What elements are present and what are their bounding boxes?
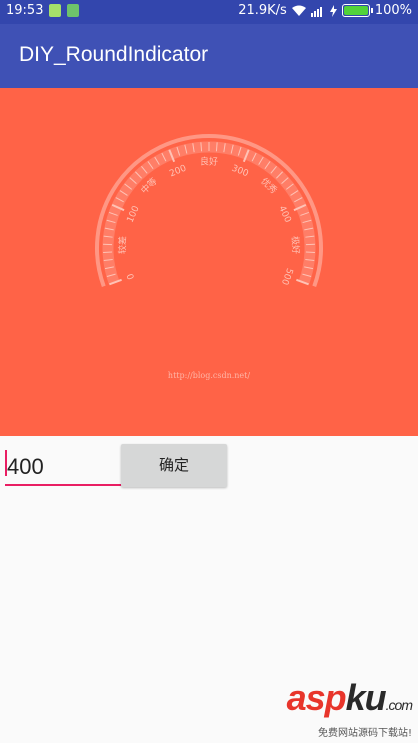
app-title: DIY_RoundIndicator bbox=[19, 43, 209, 66]
gauge-rating-label: 极好 bbox=[289, 236, 302, 254]
value-input[interactable] bbox=[5, 450, 123, 486]
gauge-scale-label: 0 bbox=[126, 272, 137, 281]
input-row: 确定 bbox=[0, 436, 418, 496]
gauge-minor-tick bbox=[215, 142, 218, 152]
wifi-icon bbox=[291, 5, 306, 16]
app-bar: DIY_RoundIndicator bbox=[0, 24, 418, 88]
gauge-scale-label: 100 bbox=[126, 204, 142, 224]
gauge-scale-label: 200 bbox=[168, 164, 188, 180]
status-bar: 19:53 21.9K/s 100% bbox=[0, 0, 418, 24]
gauge-scale-label: 400 bbox=[276, 205, 292, 225]
site-watermark: aspku.com 免费网站源码下载站! bbox=[286, 677, 413, 740]
text-caret bbox=[5, 450, 7, 476]
logo-text-tld: .com bbox=[385, 697, 413, 713]
battery-icon bbox=[341, 4, 373, 17]
gauge-watermark-url: http://blog.csdn.net/ bbox=[167, 371, 251, 380]
charging-icon bbox=[329, 4, 337, 17]
gauge-dial: 0100200 300400500较差中等良好优秀极好 bbox=[95, 134, 323, 287]
logo-text-ku: ku bbox=[345, 677, 387, 718]
status-left: 19:53 bbox=[6, 3, 80, 18]
gauge-rating-label: 较差 bbox=[116, 236, 129, 254]
network-speed: 21.9K/s bbox=[238, 3, 287, 18]
signal-icon bbox=[310, 6, 322, 17]
gauge-scale-label: 500 bbox=[279, 266, 294, 286]
logo-text-asp: asp bbox=[286, 677, 347, 718]
site-slogan: 免费网站源码下载站! bbox=[317, 728, 412, 739]
battery-percent: 100% bbox=[374, 3, 412, 18]
gauge-minor-tick bbox=[200, 142, 203, 152]
android-icon bbox=[67, 4, 80, 17]
round-indicator: 0 100 200 300 400 500 较差 中等 良好 优秀 极好 http://blog.c… bbox=[0, 88, 418, 436]
status-right: 21.9K/s 100% bbox=[238, 3, 412, 18]
gauge-scale-label: 300 bbox=[230, 164, 250, 180]
gauge-rating-label: 良好 bbox=[200, 156, 218, 168]
confirm-button[interactable]: 确定 bbox=[121, 444, 227, 487]
site-logo: aspku.com bbox=[286, 677, 413, 723]
status-time: 19:53 bbox=[6, 3, 44, 18]
sim-card-icon bbox=[49, 4, 62, 17]
